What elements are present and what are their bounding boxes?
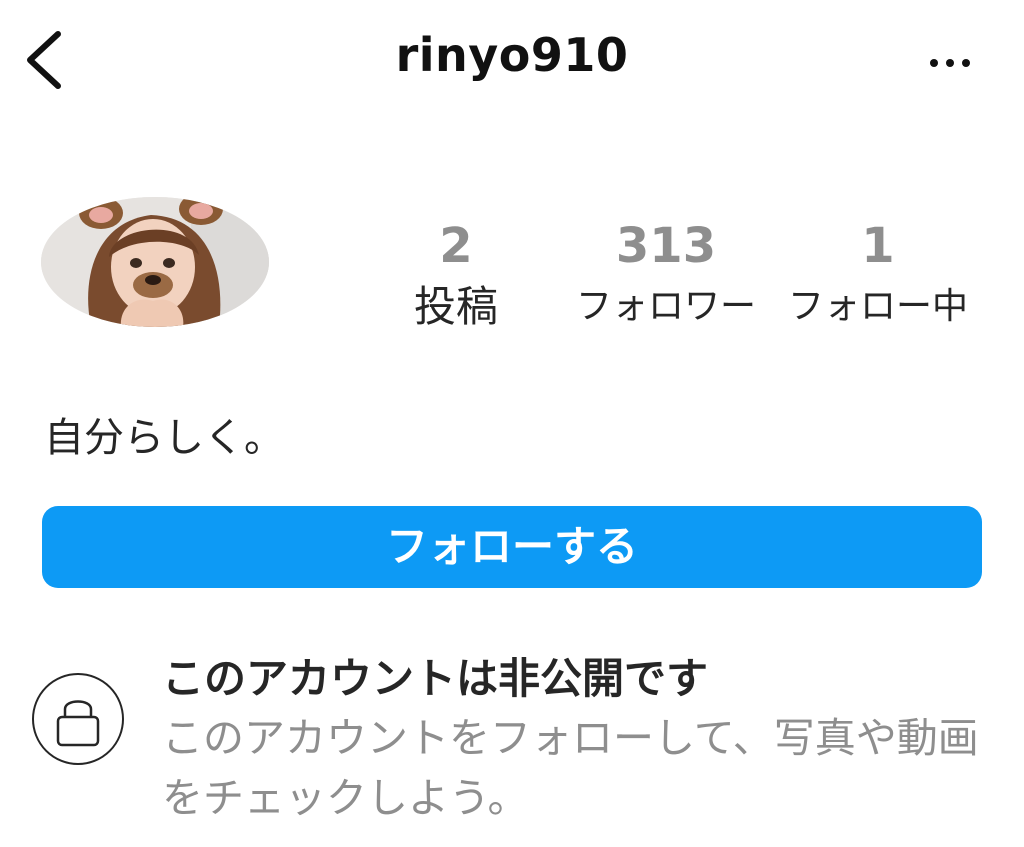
follow-button[interactable]: フォローする [42, 506, 982, 588]
stat-posts: 2 投稿 [396, 215, 516, 337]
top-bar: rinyo910 [0, 0, 1024, 130]
avatar[interactable] [41, 197, 269, 327]
private-account-description: このアカウントをフォローして、写真や動画をチェックしよう。 [162, 714, 979, 822]
more-options-button[interactable] [920, 46, 980, 80]
more-horizontal-icon [930, 59, 970, 67]
profile-username: rinyo910 [395, 28, 629, 82]
stat-followers[interactable]: 313 フォロワー [566, 215, 766, 337]
posts-label: 投稿 [413, 282, 498, 331]
private-lock-badge [32, 673, 124, 765]
following-label: フォロー中 [787, 286, 968, 327]
profile-photo [41, 197, 269, 327]
following-count: 1 [861, 218, 895, 274]
lock-icon [56, 700, 100, 747]
private-account-title: このアカウントは非公開です [162, 654, 709, 703]
stat-following[interactable]: 1 フォロー中 [780, 215, 976, 337]
posts-count: 2 [439, 218, 473, 274]
followers-count: 313 [615, 218, 717, 274]
profile-bio: 自分らしく。 [44, 415, 284, 461]
followers-label: フォロワー [575, 286, 756, 327]
